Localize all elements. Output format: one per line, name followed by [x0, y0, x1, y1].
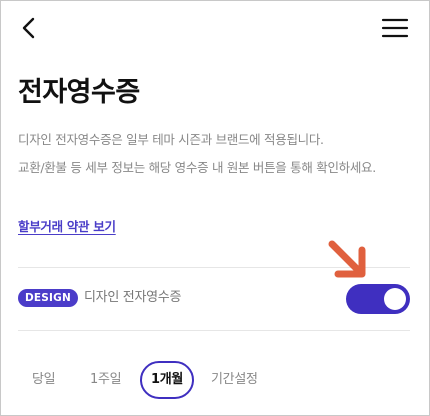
description-line-2: 교환/환불 등 세부 정보는 해당 영수증 내 원본 버튼을 통해 확인하세요.	[18, 160, 376, 175]
design-receipt-toggle[interactable]	[346, 284, 410, 314]
toggle-knob	[384, 288, 406, 310]
design-receipt-label: 디자인 전자영수증	[84, 290, 182, 305]
screen-frame	[0, 0, 430, 416]
page-title: 전자영수증	[18, 77, 140, 108]
period-tabs: 당일 1주일 1개월 기간설정	[18, 361, 418, 401]
menu-button[interactable]	[380, 15, 410, 41]
hamburger-menu-icon	[381, 18, 409, 38]
description-line-1: 디자인 전자영수증은 일부 테마 시즌과 브랜드에 적용됩니다.	[18, 132, 324, 147]
chevron-left-icon	[22, 17, 35, 39]
tab-today[interactable]: 당일	[32, 361, 56, 399]
tab-1-week[interactable]: 1주일	[90, 361, 122, 399]
divider-bottom	[18, 330, 410, 331]
annotation-arrow-icon	[328, 240, 366, 278]
installment-terms-link[interactable]: 할부거래 약관 보기	[18, 216, 116, 235]
tab-custom-period[interactable]: 기간설정	[211, 361, 258, 399]
tab-1-month[interactable]: 1개월	[140, 361, 194, 399]
back-button[interactable]	[18, 14, 42, 42]
design-badge: DESIGN	[18, 289, 78, 307]
